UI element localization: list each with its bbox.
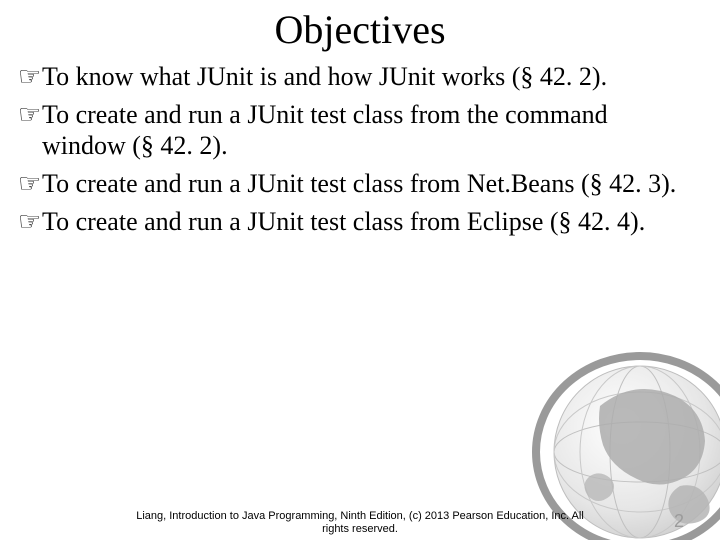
pointing-hand-icon: ☞ [18,168,42,200]
footer-line-2: rights reserved. [0,523,720,536]
list-item: ☞To create and run a JUnit test class fr… [18,206,696,238]
objectives-list: ☞To know what JUnit is and how JUnit wor… [0,61,720,238]
pointing-hand-icon: ☞ [18,99,42,131]
copyright-footer: Liang, Introduction to Java Programming,… [0,510,720,536]
list-item-text: To know what JUnit is and how JUnit work… [42,62,607,91]
list-item-text: To create and run a JUnit test class fro… [42,207,645,236]
list-item: ☞To create and run a JUnit test class fr… [18,168,696,200]
list-item: ☞To know what JUnit is and how JUnit wor… [18,61,696,93]
pointing-hand-icon: ☞ [18,206,42,238]
pointing-hand-icon: ☞ [18,61,42,93]
list-item-text: To create and run a JUnit test class fro… [42,100,608,161]
footer-line-1: Liang, Introduction to Java Programming,… [0,510,720,523]
list-item-text: To create and run a JUnit test class fro… [42,169,676,198]
page-number: 2 [674,511,684,532]
slide: Objectives ☞To know what JUnit is and ho… [0,6,720,540]
list-item: ☞To create and run a JUnit test class fr… [18,99,696,162]
slide-title: Objectives [0,6,720,53]
